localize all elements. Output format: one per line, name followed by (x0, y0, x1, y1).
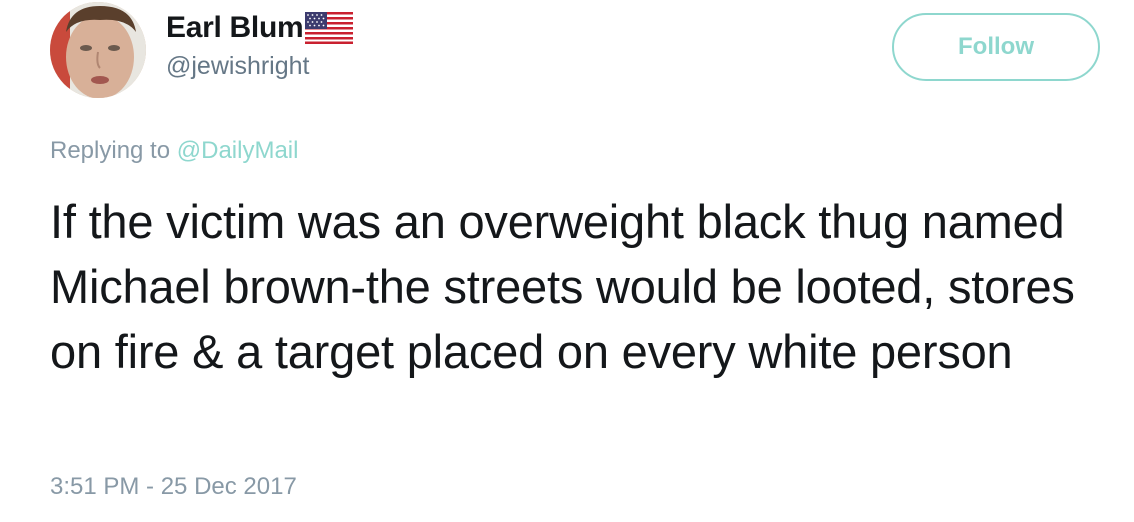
author-display-name[interactable]: Earl Blum (166, 11, 304, 45)
follow-button[interactable]: Follow (892, 13, 1100, 81)
replying-to-line: Replying to @DailyMail (50, 137, 298, 165)
avatar[interactable] (50, 2, 146, 98)
us-flag-icon (305, 12, 354, 44)
tweet-text: If the victim was an overweight black th… (50, 195, 1075, 378)
author-handle[interactable]: @jewishright (166, 52, 309, 81)
replying-to-label: Replying to (50, 137, 177, 164)
author-name-row: Earl Blum (166, 8, 354, 48)
reply-mention-link[interactable]: @DailyMail (177, 137, 299, 164)
avatar-photo (50, 2, 146, 98)
tweet-card: Earl Blum @jewishright Follow Replying t… (0, 0, 1134, 522)
tweet-timestamp[interactable]: 3:51 PM - 25 Dec 2017 (50, 473, 297, 501)
